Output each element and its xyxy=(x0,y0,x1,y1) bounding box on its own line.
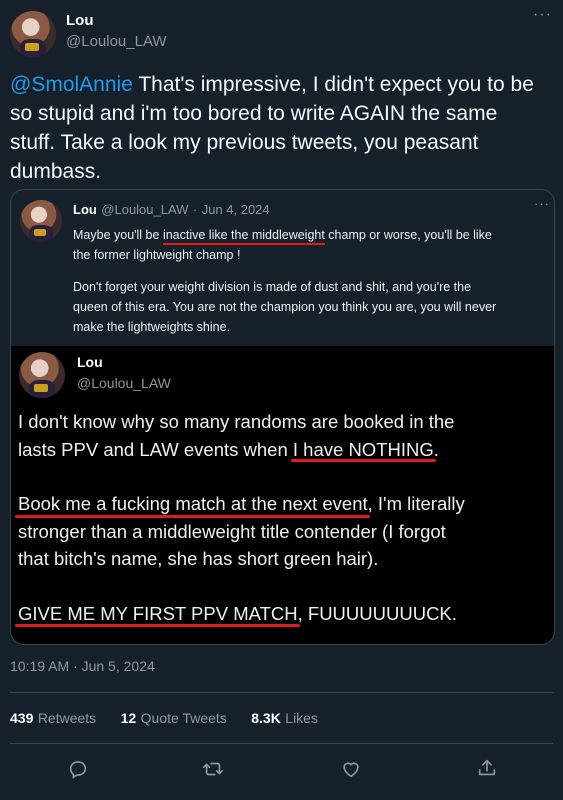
quote-author-handle: @Loulou_LAW xyxy=(101,202,189,217)
retweet-icon[interactable] xyxy=(202,758,224,780)
quote-avatar xyxy=(20,200,62,242)
inner-avatar xyxy=(19,352,65,398)
author-name[interactable]: Lou xyxy=(66,12,94,29)
quoted-tweet[interactable]: Lou @Loulou_LAW · Jun 4, 2024 ··· Maybe … xyxy=(10,189,555,645)
author-avatar[interactable] xyxy=(10,11,56,57)
author-handle[interactable]: @Loulou_LAW xyxy=(66,33,167,50)
inner-author-handle: @Loulou_LAW xyxy=(77,375,171,391)
inner-tweet-text: I don't know why so many randoms are boo… xyxy=(15,408,548,627)
retweets-stat[interactable]: 439 Retweets xyxy=(10,710,96,727)
quote-date: Jun 4, 2024 xyxy=(201,202,270,217)
mention-link[interactable]: @SmolAnnie xyxy=(10,73,133,96)
divider xyxy=(10,743,553,744)
quote-author-name: Lou xyxy=(73,202,97,217)
tweet-timestamp[interactable]: 10:19 AM · Jun 5, 2024 xyxy=(10,658,155,674)
more-icon[interactable]: ··· xyxy=(533,6,552,24)
share-icon[interactable] xyxy=(476,757,498,779)
stats-bar: 439 Retweets 12 Quote Tweets 8.3K Likes xyxy=(10,710,318,728)
like-icon[interactable] xyxy=(340,758,362,780)
quoted-screenshot: Lou @Loulou_LAW I don't know why so many… xyxy=(11,346,554,644)
divider xyxy=(10,692,553,693)
quote-header: Lou @Loulou_LAW · Jun 4, 2024 xyxy=(73,202,270,217)
inner-author-name: Lou xyxy=(77,354,103,370)
quote-more-icon[interactable]: ··· xyxy=(534,196,550,211)
quote-text: Maybe you'll be inactive like the middle… xyxy=(73,228,497,334)
tweet-text: @SmolAnnie That's impressive, I didn't e… xyxy=(10,73,534,183)
quotes-stat[interactable]: 12 Quote Tweets xyxy=(121,710,227,727)
likes-stat[interactable]: 8.3K Likes xyxy=(251,710,318,727)
reply-icon[interactable] xyxy=(67,758,89,780)
